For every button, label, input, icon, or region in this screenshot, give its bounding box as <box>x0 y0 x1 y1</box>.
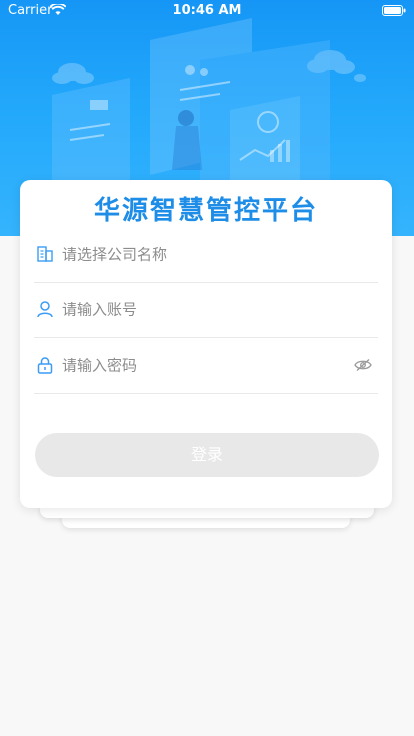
lock-icon <box>37 356 53 374</box>
company-select[interactable]: 请选择公司名称 <box>34 226 378 283</box>
battery-icon <box>382 5 406 16</box>
status-bar: Carrier 10:46 AM <box>0 0 414 22</box>
login-button[interactable]: 登录 <box>35 433 379 477</box>
status-time: 10:46 AM <box>172 3 242 18</box>
page-title: 华源智慧管控平台 <box>93 196 318 226</box>
login-card: 华源智慧管控平台 请选择公司名称 请输入账号 请输入密码 登录 <box>20 180 392 508</box>
account-placeholder: 请输入账号 <box>62 300 138 319</box>
password-placeholder: 请输入密码 <box>62 356 138 374</box>
eye-off-icon[interactable] <box>354 358 372 372</box>
user-icon <box>37 301 53 318</box>
account-field[interactable]: 请输入账号 <box>34 281 378 338</box>
password-field[interactable]: 请输入密码 <box>34 336 378 394</box>
company-placeholder: 请选择公司名称 <box>62 245 168 264</box>
building-icon <box>37 246 53 262</box>
